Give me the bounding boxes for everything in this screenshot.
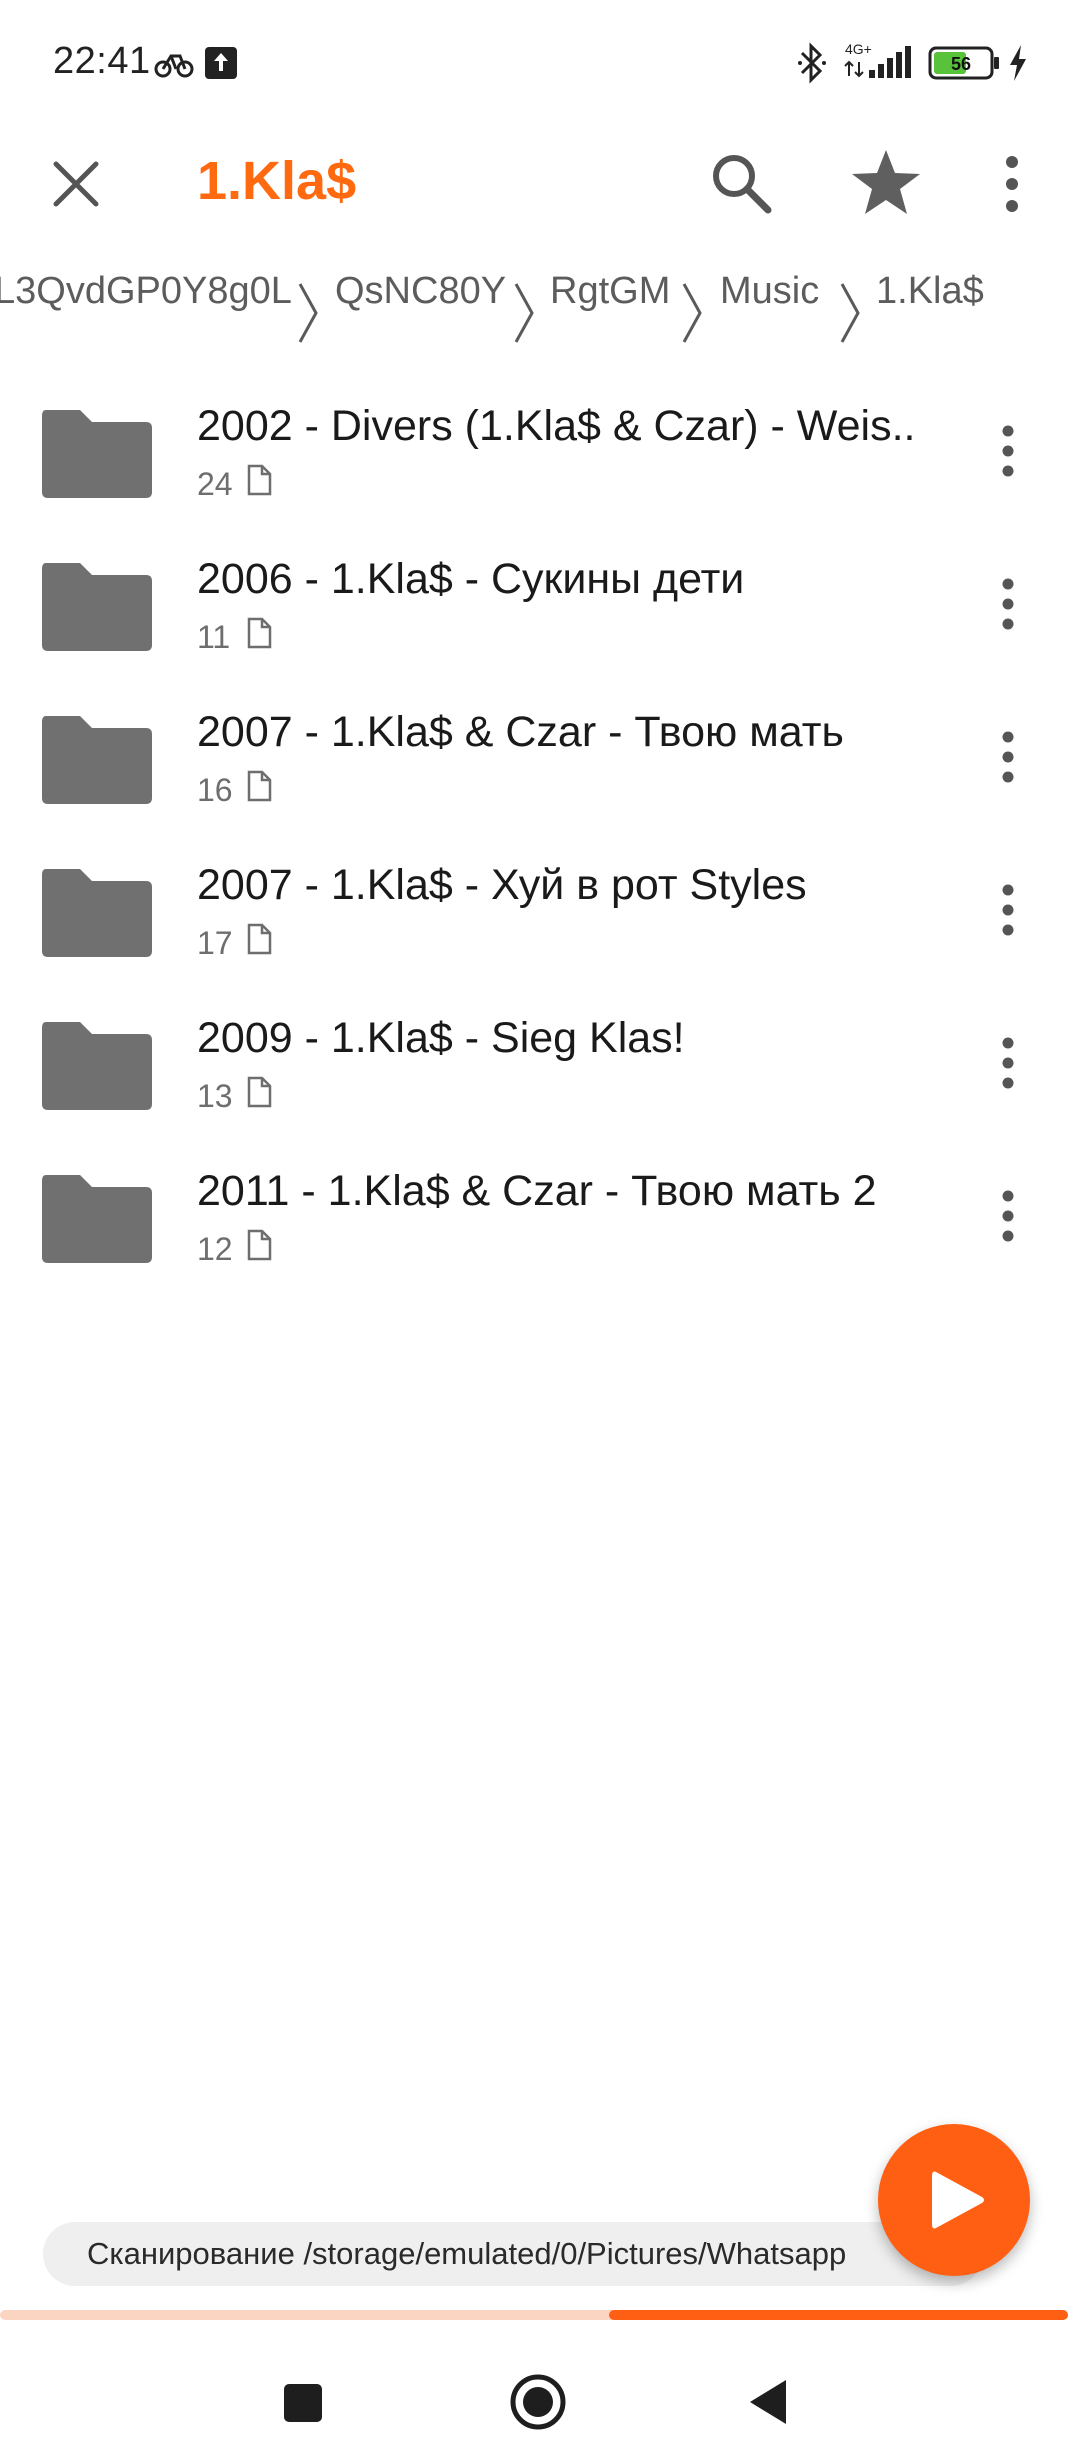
scan-progress-fill [608,2310,1068,2320]
more-options-icon[interactable] [986,729,1030,785]
search-icon[interactable] [708,150,774,216]
page-title: 1.Kla$ [197,151,357,211]
battery-icon: 56 [928,46,999,80]
more-options-icon[interactable] [986,1035,1030,1091]
folder-row[interactable]: 2009 - 1.Kla$ - Sieg Klas! 13 [0,984,1080,1137]
breadcrumb-item[interactable]: RgtGM [550,270,670,313]
scan-status-text: Сканирование /storage/emulated/0/Picture… [87,2236,847,2271]
more-options-icon[interactable] [986,1188,1030,1244]
file-count: 12 [197,1231,233,1267]
bike-icon [154,54,194,78]
file-icon [247,923,272,955]
chevron-right-icon [514,283,534,343]
folder-icon [42,1022,152,1110]
recents-icon[interactable] [282,2382,324,2424]
more-options-icon[interactable] [986,576,1030,632]
signal-icon: 4G+ [844,41,911,78]
file-icon [247,464,272,496]
star-icon[interactable] [850,146,922,218]
close-icon[interactable] [46,154,106,214]
breadcrumb-item[interactable]: L3QvdGP0Y8g0L [0,270,292,313]
breadcrumb: L3QvdGP0Y8g0L QsNC80Y RgtGM Music 1.Kla$ [0,262,1080,352]
file-count: 11 [197,619,231,655]
more-options-icon[interactable] [986,423,1030,479]
breadcrumb-item[interactable]: QsNC80Y [335,270,506,313]
back-icon[interactable] [748,2378,790,2426]
status-bar: 22:41 4G+ 56 [0,0,1080,130]
network-type: 4G+ [845,41,872,57]
folder-icon [42,563,152,651]
app-bar: 1.Kla$ [0,130,1080,234]
folder-row[interactable]: 2007 - 1.Kla$ & Czar - Твою мать 16 [0,678,1080,831]
bluetooth-icon [798,42,826,84]
scan-progress-bar [0,2310,1068,2320]
upload-icon [205,47,237,79]
file-count: 24 [197,466,233,502]
charging-icon [1010,45,1026,81]
more-options-icon[interactable] [986,882,1030,938]
breadcrumb-item[interactable]: Music [720,270,819,313]
folder-icon [42,716,152,804]
overflow-menu-icon[interactable] [992,152,1032,216]
file-count: 16 [197,772,233,808]
folder-row[interactable]: 2011 - 1.Kla$ & Czar - Твою мать 2 12 [0,1137,1080,1290]
play-icon [932,2171,984,2229]
chevron-right-icon [298,283,318,343]
chevron-right-icon [840,283,860,343]
navigation-bar [0,2330,1080,2460]
file-icon [247,617,272,649]
folder-icon [42,410,152,498]
file-icon [247,770,272,802]
folder-name: 2006 - 1.Kla$ - Сукины дети [197,555,745,603]
file-icon [247,1076,272,1108]
folder-icon [42,1175,152,1263]
breadcrumb-item[interactable]: 1.Kla$ [876,270,984,313]
chevron-right-icon [682,283,702,343]
file-icon [247,1229,272,1261]
folder-name: 2002 - Divers (1.Kla$ & Czar) - Weis.. [197,402,912,450]
scan-status: Сканирование /storage/emulated/0/Picture… [43,2222,983,2286]
folder-row[interactable]: 2002 - Divers (1.Kla$ & Czar) - Weis.. 2… [0,372,1080,525]
folder-name: 2011 - 1.Kla$ & Czar - Твою мать 2 [197,1167,877,1215]
folder-row[interactable]: 2007 - 1.Kla$ - Хуй в рот Styles 17 [0,831,1080,984]
folder-row[interactable]: 2006 - 1.Kla$ - Сукины дети 11 [0,525,1080,678]
play-button[interactable] [878,2124,1030,2276]
status-time: 22:41 [53,40,151,82]
folder-name: 2007 - 1.Kla$ & Czar - Твою мать [197,708,844,756]
folder-name: 2007 - 1.Kla$ - Хуй в рот Styles [197,861,807,909]
home-icon[interactable] [508,2372,568,2432]
folder-name: 2009 - 1.Kla$ - Sieg Klas! [197,1014,685,1062]
file-count: 13 [197,1078,233,1114]
folder-icon [42,869,152,957]
battery-level: 56 [951,54,971,74]
file-count: 17 [197,925,233,961]
